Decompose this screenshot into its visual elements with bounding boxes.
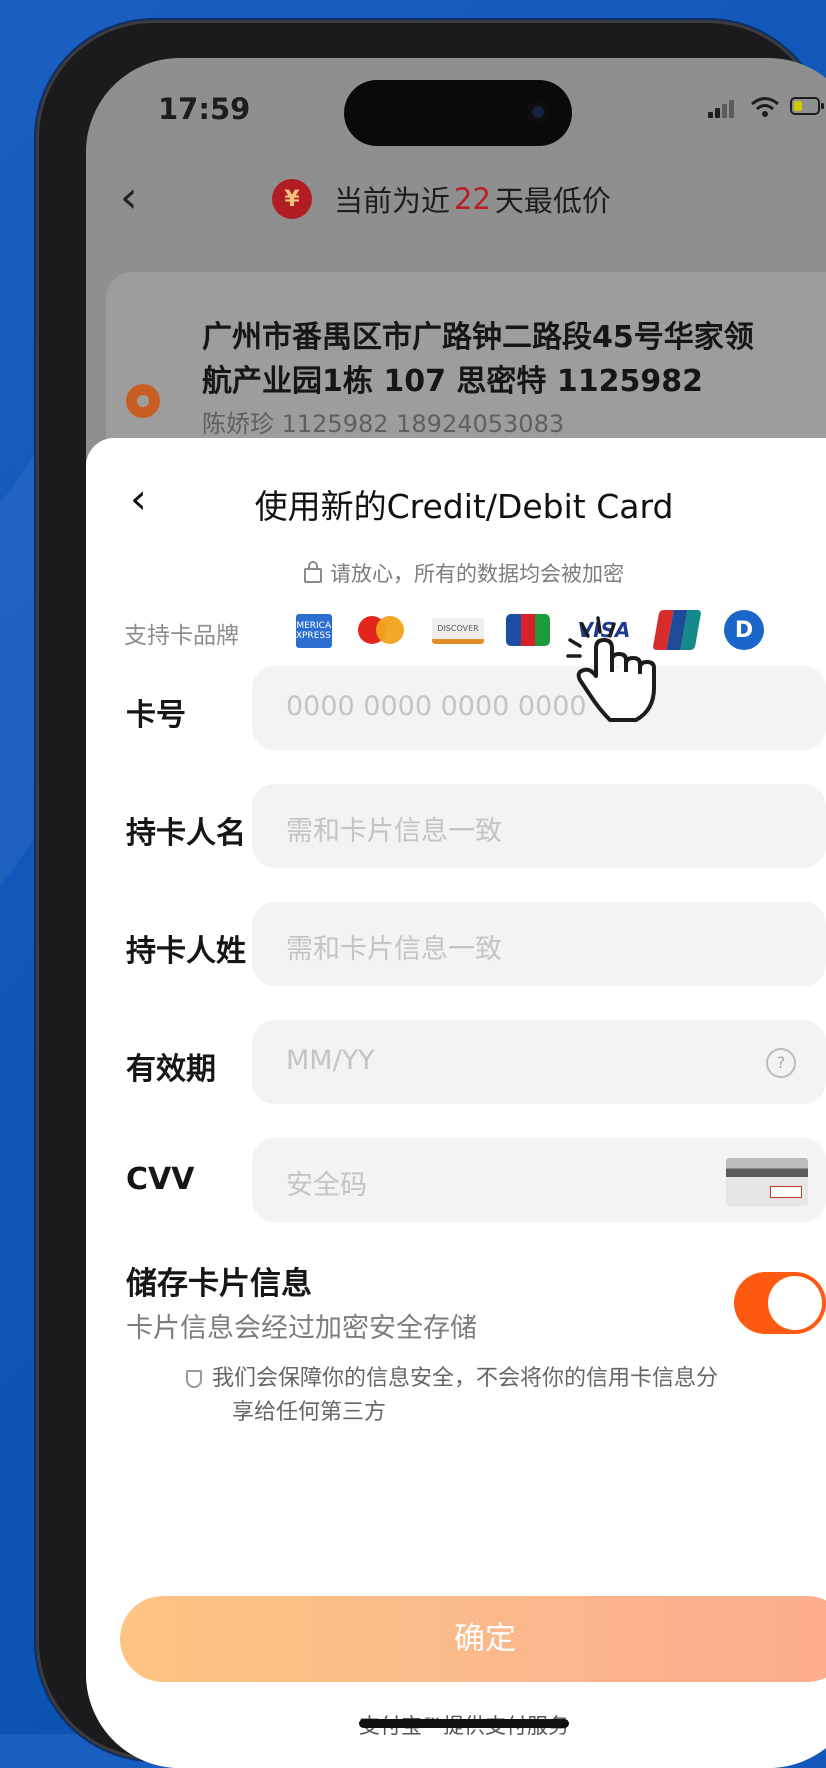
- save-card-title: 储存卡片信息: [126, 1266, 312, 1302]
- address-line-1: 广州市番禺区市广路钟二路段45号华家领: [202, 320, 754, 355]
- save-card-desc: 卡片信息会经过加密安全存储: [126, 1313, 477, 1344]
- phone-screen: 17:59 ‹ ¥ 当前为近 22 天最低价 广州市番禺区市广路钟二路段45号华…: [86, 58, 826, 1768]
- address-line-2: 航产业园1栋 107 思密特 1125982: [202, 364, 703, 399]
- card-number-label: 卡号: [126, 698, 186, 733]
- price-tag-icon: ¥: [272, 179, 312, 219]
- first-name-row: 持卡人名 需和卡片信息一致: [86, 784, 826, 868]
- last-name-input[interactable]: 需和卡片信息一致: [252, 902, 826, 986]
- first-name-input[interactable]: 需和卡片信息一致: [252, 784, 826, 868]
- confirm-button[interactable]: 确定: [120, 1596, 826, 1682]
- battery-icon: [790, 97, 824, 115]
- secure-note-text: 请放心，所有的数据均会被加密: [330, 562, 624, 586]
- mastercard-logo: [356, 614, 406, 646]
- first-name-placeholder: 需和卡片信息一致: [286, 816, 502, 847]
- save-card-toggle[interactable]: [734, 1272, 826, 1334]
- top-bar: ‹ ¥ 当前为近 22 天最低价: [86, 158, 826, 238]
- discover-logo: DISCOVER: [432, 618, 484, 644]
- status-icons: [708, 96, 826, 118]
- privacy-line-2: 享给任何第三方: [232, 1400, 387, 1425]
- card-brands-row: 支持卡品牌 AMERICAN EXPRESS DISCOVER VISA D: [124, 608, 826, 658]
- cvv-input[interactable]: 安全码: [252, 1138, 826, 1222]
- status-time: 17:59: [158, 92, 251, 126]
- lowest-price-banner: ¥ 当前为近 22 天最低价: [272, 178, 611, 220]
- help-icon[interactable]: ?: [766, 1048, 796, 1078]
- secure-note: 请放心，所有的数据均会被加密: [86, 558, 826, 588]
- price-days: 22: [454, 182, 491, 216]
- price-suffix: 天最低价: [494, 184, 611, 218]
- signal-icon: [708, 99, 736, 118]
- cvv-row: CVV 安全码: [86, 1138, 826, 1222]
- dynamic-island: [344, 80, 572, 146]
- cvv-placeholder: 安全码: [286, 1170, 367, 1201]
- last-name-placeholder: 需和卡片信息一致: [286, 934, 502, 965]
- lock-icon: [304, 560, 322, 583]
- home-indicator: [359, 1719, 569, 1728]
- first-name-label: 持卡人名: [126, 816, 246, 851]
- wifi-icon: [751, 97, 779, 117]
- phone-frame: 17:59 ‹ ¥ 当前为近 22 天最低价 广州市番禺区市广路钟二路段45号华…: [36, 20, 826, 1768]
- tap-hand-icon: [566, 616, 656, 722]
- sheet-title: 使用新的Credit/Debit Card: [254, 487, 674, 526]
- expiry-input[interactable]: MM/YY ?: [252, 1020, 826, 1104]
- jcb-logo: [506, 614, 551, 646]
- address-contact: 陈娇珍 1125982 18924053083: [202, 410, 565, 438]
- shield-icon: [186, 1370, 202, 1388]
- expiry-label: 有效期: [126, 1052, 216, 1087]
- amex-logo: AMERICAN EXPRESS: [290, 614, 338, 648]
- camera-icon: [528, 102, 548, 122]
- privacy-line-1: 我们会保障你的信息安全，不会将你的信用卡信息分: [212, 1366, 719, 1391]
- new-card-sheet: ‹ 使用新的Credit/Debit Card 请放心，所有的数据均会被加密 支…: [86, 438, 826, 1768]
- last-name-row: 持卡人姓 需和卡片信息一致: [86, 902, 826, 986]
- last-name-label: 持卡人姓: [126, 934, 246, 969]
- card-back-icon: [726, 1158, 808, 1206]
- card-number-placeholder: 0000 0000 0000 0000: [286, 691, 587, 722]
- expiry-placeholder: MM/YY: [286, 1045, 375, 1076]
- expiry-row: 有效期 MM/YY ?: [86, 1020, 826, 1104]
- price-prefix: 当前为近: [334, 184, 451, 218]
- back-icon[interactable]: ‹: [120, 176, 138, 220]
- location-pin-icon: [126, 384, 160, 418]
- card-number-input[interactable]: 0000 0000 0000 0000: [252, 666, 826, 750]
- privacy-note: 我们会保障你的信息安全，不会将你的信用卡信息分 享给任何第三方: [186, 1362, 806, 1430]
- cvv-label: CVV: [126, 1162, 195, 1197]
- brands-label: 支持卡品牌: [124, 623, 239, 649]
- status-bar: 17:59: [86, 58, 826, 146]
- card-number-row: 卡号 0000 0000 0000 0000: [86, 666, 826, 750]
- diners-logo: D: [724, 610, 764, 650]
